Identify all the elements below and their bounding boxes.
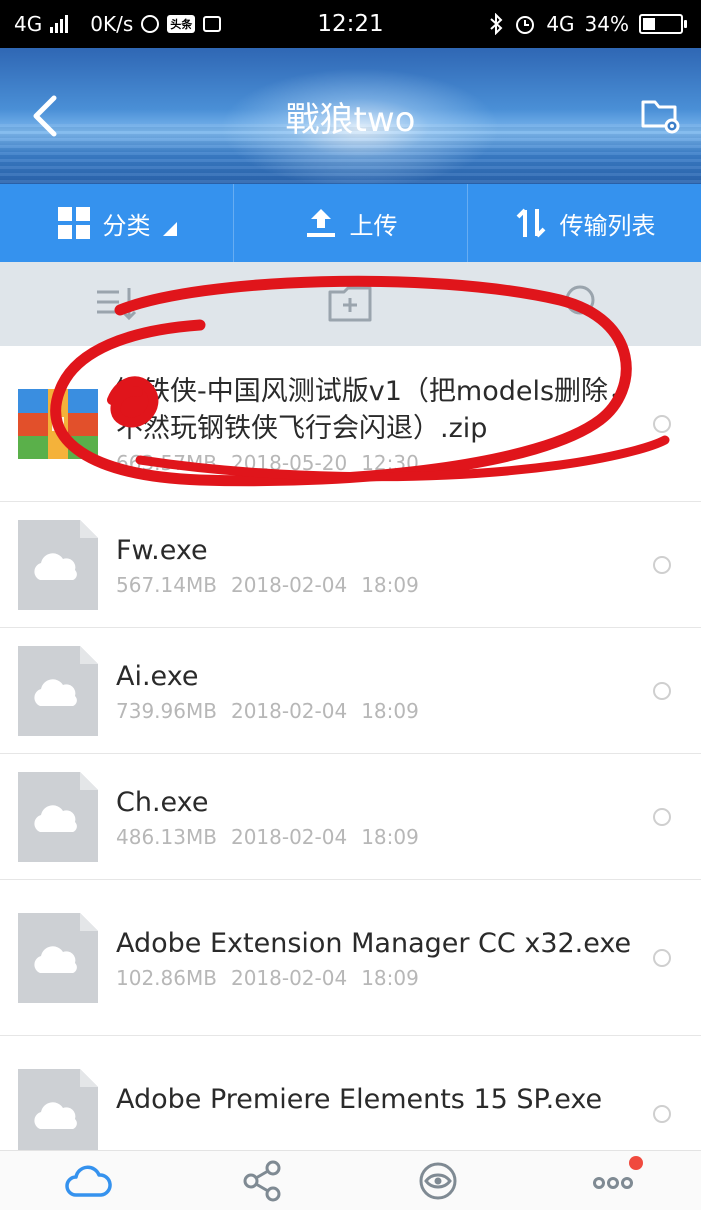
add-folder-icon[interactable] (326, 280, 374, 328)
category-button[interactable]: 分类 (0, 184, 234, 262)
page-title: 戰狼two (285, 100, 416, 140)
bottom-nav (0, 1150, 701, 1210)
file-row[interactable]: Adobe Premiere Elements 15 SP.exe (0, 1036, 701, 1150)
file-size: 663.57MB (116, 450, 217, 475)
nav-more[interactable] (583, 1155, 644, 1206)
cloud-file-icon (18, 645, 98, 736)
cloud-file-icon (18, 912, 98, 1003)
status-right: 4G 34% (488, 12, 687, 36)
file-date: 2018-02-04 (230, 573, 348, 597)
file-date: 2018-02-04 (230, 699, 348, 723)
notification-icon (203, 16, 222, 32)
nav-cloud[interactable] (58, 1156, 118, 1206)
eye-icon (419, 1162, 457, 1199)
header: 戰狼two (0, 48, 701, 184)
file-time: 18:09 (361, 573, 419, 597)
share-icon (243, 1160, 281, 1201)
file-info: Adobe Premiere Elements 15 SP.exe (116, 1081, 641, 1146)
file-date: 2018-02-04 (230, 966, 348, 990)
select-radio[interactable] (653, 681, 671, 700)
file-info: Fw.exe 567.14MB 2018-02-04 18:09 (116, 532, 641, 597)
folder-settings-button[interactable] (639, 96, 683, 136)
file-info: 钢铁侠-中国风测试版v1（把models删除，不然玩钢铁侠飞行会闪退）.zip … (116, 373, 641, 475)
file-name: Adobe Extension Manager CC x32.exe (116, 928, 632, 959)
transfer-icon (516, 208, 545, 238)
file-size: 739.96MB (116, 699, 217, 723)
file-time: 18:09 (361, 699, 419, 723)
file-info: Adobe Extension Manager CC x32.exe 102.8… (116, 925, 641, 990)
app-badge: 头条 (167, 15, 196, 33)
cloud-file-icon (18, 771, 98, 862)
file-time: 12:30 (361, 450, 419, 475)
transfer-list-label: 传输列表 (559, 211, 656, 240)
nav-share[interactable] (233, 1156, 293, 1206)
file-meta: 102.86MB 2018-02-04 18:09 (116, 966, 641, 990)
toolbar: 分类 上传 传输列表 (0, 184, 701, 262)
file-row[interactable]: Ai.exe 739.96MB 2018-02-04 18:09 (0, 628, 701, 754)
transfer-list-button[interactable]: 传输列表 (468, 184, 701, 262)
file-list: 钢铁侠-中国风测试版v1（把models删除，不然玩钢铁侠飞行会闪退）.zip … (0, 346, 701, 1150)
file-row[interactable]: Ch.exe 486.13MB 2018-02-04 18:09 (0, 754, 701, 880)
file-size: 102.86MB (116, 966, 217, 990)
cloud-file-icon (18, 519, 98, 610)
file-meta (116, 1122, 641, 1146)
file-meta: 739.96MB 2018-02-04 18:09 (116, 699, 641, 723)
file-info: Ai.exe 739.96MB 2018-02-04 18:09 (116, 658, 641, 723)
nav-discover[interactable] (408, 1156, 468, 1206)
select-radio[interactable] (653, 948, 671, 967)
file-name: Ai.exe (116, 661, 199, 692)
select-radio[interactable] (653, 807, 671, 826)
file-date: 2018-05-20 (230, 450, 348, 475)
category-label: 分类 (102, 211, 151, 240)
upload-icon (306, 209, 335, 237)
search-icon[interactable] (560, 280, 608, 328)
select-radio[interactable] (653, 1104, 671, 1123)
file-size: 486.13MB (116, 825, 217, 849)
select-radio[interactable] (653, 414, 671, 433)
file-row[interactable]: Fw.exe 567.14MB 2018-02-04 18:09 (0, 502, 701, 628)
network-type: 4G (14, 12, 43, 36)
bluetooth-icon (490, 13, 503, 35)
file-name: Adobe Premiere Elements 15 SP.exe (116, 1084, 603, 1115)
file-time: 18:09 (361, 825, 419, 849)
status-bar: 4G 0K/s 头条 12:21 4G 34% (0, 0, 701, 48)
file-name: Ch.exe (116, 787, 209, 818)
select-radio[interactable] (653, 555, 671, 574)
cloud-file-icon (18, 1068, 98, 1150)
battery-percent: 34% (584, 12, 629, 36)
browser-icon (141, 15, 160, 33)
alarm-icon (516, 16, 535, 34)
dropdown-triangle-icon (162, 222, 177, 236)
file-meta: 567.14MB 2018-02-04 18:09 (116, 573, 641, 597)
file-date: 2018-02-04 (230, 825, 348, 849)
folder-settings-icon (641, 100, 680, 134)
status-left: 4G 0K/s 头条 (14, 12, 488, 36)
notification-badge (629, 1155, 644, 1170)
upload-label: 上传 (349, 211, 398, 240)
file-row[interactable]: Adobe Extension Manager CC x32.exe 102.8… (0, 880, 701, 1036)
upload-button[interactable]: 上传 (234, 184, 468, 262)
battery-icon (639, 14, 687, 34)
file-meta: 663.57MB 2018-05-20 12:30 (116, 451, 641, 475)
network-type-right: 4G (546, 12, 575, 36)
file-meta: 486.13MB 2018-02-04 18:09 (116, 825, 641, 849)
file-name: Fw.exe (116, 535, 208, 566)
zip-file-icon (18, 379, 98, 469)
action-bar (0, 262, 701, 346)
file-name: 钢铁侠-中国风测试版v1（把models删除，不然玩钢铁侠飞行会闪退）.zip (116, 375, 636, 444)
file-info: Ch.exe 486.13MB 2018-02-04 18:09 (116, 784, 641, 849)
signal-icon (50, 15, 69, 33)
cloud-icon (64, 1165, 112, 1197)
sort-icon[interactable] (93, 280, 141, 328)
file-row[interactable]: 钢铁侠-中国风测试版v1（把models删除，不然玩钢铁侠飞行会闪退）.zip … (0, 346, 701, 502)
file-size: 567.14MB (116, 573, 217, 597)
net-speed: 0K/s (90, 12, 134, 36)
grid-icon (57, 207, 90, 239)
file-time: 18:09 (361, 966, 419, 990)
